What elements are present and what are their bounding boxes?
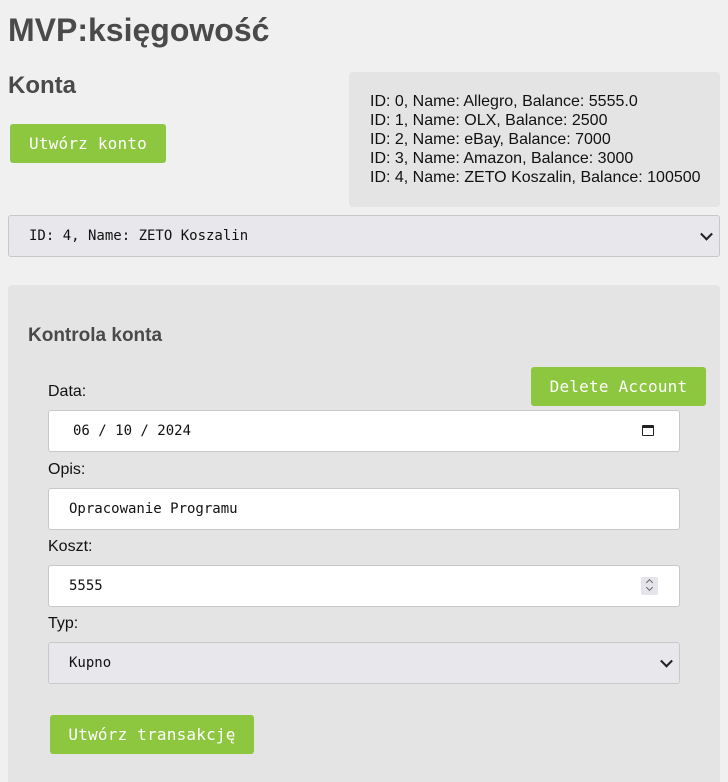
account-list-item: ID: 3, Name: Amazon, Balance: 3000: [370, 150, 634, 167]
delete-account-button[interactable]: Delete Account: [531, 367, 706, 406]
date-label: Data:: [48, 383, 87, 400]
type-select-box[interactable]: Kupno: [48, 642, 680, 684]
account-select-value: ID: 4, Name: ZETO Koszalin: [29, 228, 249, 244]
type-select-value: Kupno: [69, 655, 112, 671]
account-select-box[interactable]: ID: 4, Name: ZETO Koszalin: [8, 215, 720, 257]
description-value: Opracowanie Programu: [69, 501, 238, 517]
date-input[interactable]: 06 / 10 / 2024: [48, 410, 680, 452]
date-value: 06 / 10 / 2024: [73, 423, 192, 439]
chevron-down-icon: [660, 654, 673, 668]
cost-label: Koszt:: [48, 538, 93, 555]
accounts-section-title: Konta: [8, 72, 76, 99]
cost-value: 5555: [69, 578, 103, 594]
account-list-item: ID: 2, Name: eBay, Balance: 7000: [370, 131, 611, 148]
type-select[interactable]: Kupno: [48, 642, 680, 684]
account-list-item: ID: 4, Name: ZETO Koszalin, Balance: 100…: [370, 169, 701, 186]
account-list-item: ID: 1, Name: OLX, Balance: 2500: [370, 112, 608, 129]
spinner-icon[interactable]: [641, 577, 658, 595]
calendar-icon[interactable]: [642, 425, 654, 436]
account-control-title: Kontrola konta: [28, 325, 163, 346]
type-label: Typ:: [48, 615, 79, 632]
accounts-list-panel: ID: 0, Name: Allegro, Balance: 5555.0 ID…: [349, 72, 720, 207]
description-input[interactable]: Opracowanie Programu: [48, 488, 680, 530]
page: MVP:księgowość Konta Utwórz konto ID: 0,…: [0, 0, 728, 782]
cost-input[interactable]: 5555: [48, 565, 680, 607]
chevron-down-icon: [700, 227, 713, 241]
account-list-item: ID: 0, Name: Allegro, Balance: 5555.0: [370, 93, 638, 110]
description-label: Opis:: [48, 461, 86, 478]
account-select[interactable]: ID: 4, Name: ZETO Koszalin: [8, 215, 720, 257]
create-account-button[interactable]: Utwórz konto: [10, 124, 166, 163]
app-title: MVP:księgowość: [8, 12, 270, 48]
create-transaction-button[interactable]: Utwórz transakcję: [50, 715, 254, 754]
account-control-panel: Kontrola konta Delete Account Data: 06 /…: [8, 285, 720, 782]
